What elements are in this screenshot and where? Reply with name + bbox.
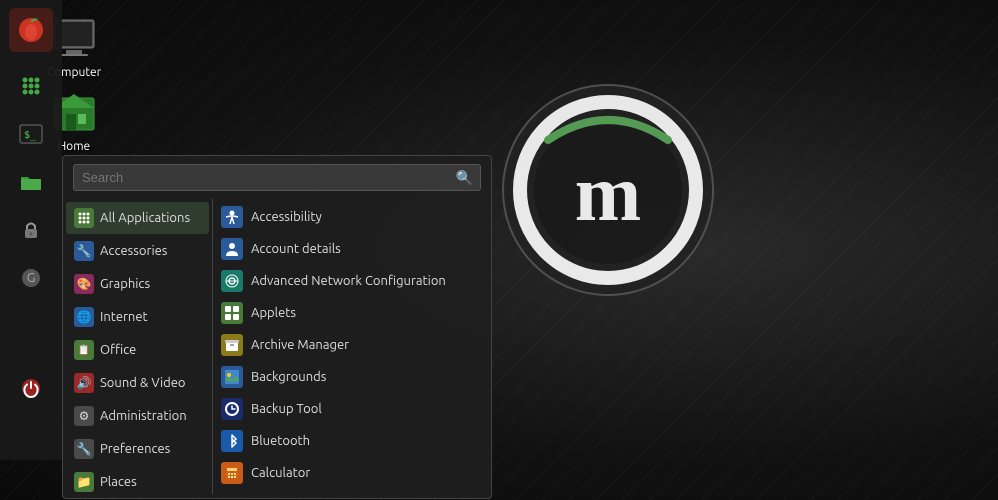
sidebar-apps-icon[interactable] <box>9 64 53 108</box>
cat-internet-icon: 🌐 <box>74 307 94 327</box>
app-account-icon <box>221 238 243 260</box>
cat-all[interactable]: All Applications <box>66 202 209 234</box>
app-accessibility[interactable]: Accessibility <box>213 201 491 233</box>
cat-preferences[interactable]: 🔧 Preferences <box>66 433 209 465</box>
cat-prefs-label: Preferences <box>100 442 170 456</box>
cat-places-icon: 📁 <box>74 472 94 492</box>
cat-accessories-label: Accessories <box>100 244 167 258</box>
mint-logo: m <box>498 80 718 300</box>
search-icon: 🔍 <box>456 169 473 186</box>
cat-sound-label: Sound & Video <box>100 376 186 390</box>
app-archive-icon <box>221 334 243 356</box>
svg-text:m: m <box>575 150 642 238</box>
cat-graphics[interactable]: 🎨 Graphics <box>66 268 209 300</box>
svg-text:$_: $_ <box>24 130 37 141</box>
cat-internet[interactable]: 🌐 Internet <box>66 301 209 333</box>
app-network-label: Advanced Network Configuration <box>251 274 446 288</box>
svg-text:G: G <box>27 271 36 285</box>
sidebar-terminal-icon[interactable]: $_ <box>9 112 53 156</box>
cat-graphics-label: Graphics <box>100 277 150 291</box>
sidebar-update-icon[interactable]: G <box>9 256 53 300</box>
menu-apps: Accessibility Account details Advanced N… <box>213 199 491 494</box>
sidebar: $_ G <box>0 0 62 460</box>
cat-all-icon <box>74 208 94 228</box>
app-backgrounds[interactable]: Backgrounds <box>213 361 491 393</box>
app-calculator-label: Calculator <box>251 466 310 480</box>
cat-all-label: All Applications <box>100 211 190 225</box>
cat-office-label: Office <box>100 343 136 357</box>
app-bluetooth[interactable]: Bluetooth <box>213 425 491 457</box>
app-accessibility-label: Accessibility <box>251 210 322 224</box>
cat-internet-label: Internet <box>100 310 148 324</box>
app-backup-icon <box>221 398 243 420</box>
cat-office[interactable]: 📋 Office <box>66 334 209 366</box>
app-backgrounds-icon <box>221 366 243 388</box>
cat-administration[interactable]: ⚙ Administration <box>66 400 209 432</box>
desktop: m Computer Home <box>0 0 998 500</box>
app-bluetooth-label: Bluetooth <box>251 434 310 448</box>
home-label: Home <box>58 140 90 153</box>
app-calendar[interactable]: Calendar <box>213 489 491 494</box>
app-network-icon <box>221 270 243 292</box>
sidebar-menu-button[interactable] <box>9 8 53 52</box>
app-archive[interactable]: Archive Manager <box>213 329 491 361</box>
sidebar-power-icon[interactable] <box>9 366 53 410</box>
cat-sound-icon: 🔊 <box>74 373 94 393</box>
app-account-label: Account details <box>251 242 341 256</box>
cat-places[interactable]: 📁 Places <box>66 466 209 494</box>
app-applets[interactable]: Applets <box>213 297 491 329</box>
app-applets-icon <box>221 302 243 324</box>
app-bluetooth-icon <box>221 430 243 452</box>
sidebar-lock-icon[interactable] <box>9 208 53 252</box>
cat-office-icon: 📋 <box>74 340 94 360</box>
cat-places-label: Places <box>100 475 137 489</box>
cat-accessories[interactable]: 🔧 Accessories <box>66 235 209 267</box>
cat-graphics-icon: 🎨 <box>74 274 94 294</box>
cat-sound[interactable]: 🔊 Sound & Video <box>66 367 209 399</box>
app-archive-label: Archive Manager <box>251 338 349 352</box>
app-calculator[interactable]: Calculator <box>213 457 491 489</box>
app-backgrounds-label: Backgrounds <box>251 370 326 384</box>
sidebar-files-icon[interactable] <box>9 160 53 204</box>
menu-search-input[interactable] <box>73 164 481 191</box>
app-backup-label: Backup Tool <box>251 402 322 416</box>
menu-popup: 🔍 <box>62 155 492 499</box>
menu-search-container: 🔍 <box>63 156 491 199</box>
cat-prefs-icon: 🔧 <box>74 439 94 459</box>
cat-admin-icon: ⚙ <box>74 406 94 426</box>
app-account[interactable]: Account details <box>213 233 491 265</box>
app-applets-label: Applets <box>251 306 296 320</box>
app-accessibility-icon <box>221 206 243 228</box>
app-backup[interactable]: Backup Tool <box>213 393 491 425</box>
menu-body: All Applications 🔧 Accessories 🎨 Graphic… <box>63 199 491 494</box>
cat-admin-label: Administration <box>100 409 187 423</box>
app-calculator-icon <box>221 462 243 484</box>
app-network[interactable]: Advanced Network Configuration <box>213 265 491 297</box>
menu-categories: All Applications 🔧 Accessories 🎨 Graphic… <box>63 199 213 494</box>
cat-accessories-icon: 🔧 <box>74 241 94 261</box>
